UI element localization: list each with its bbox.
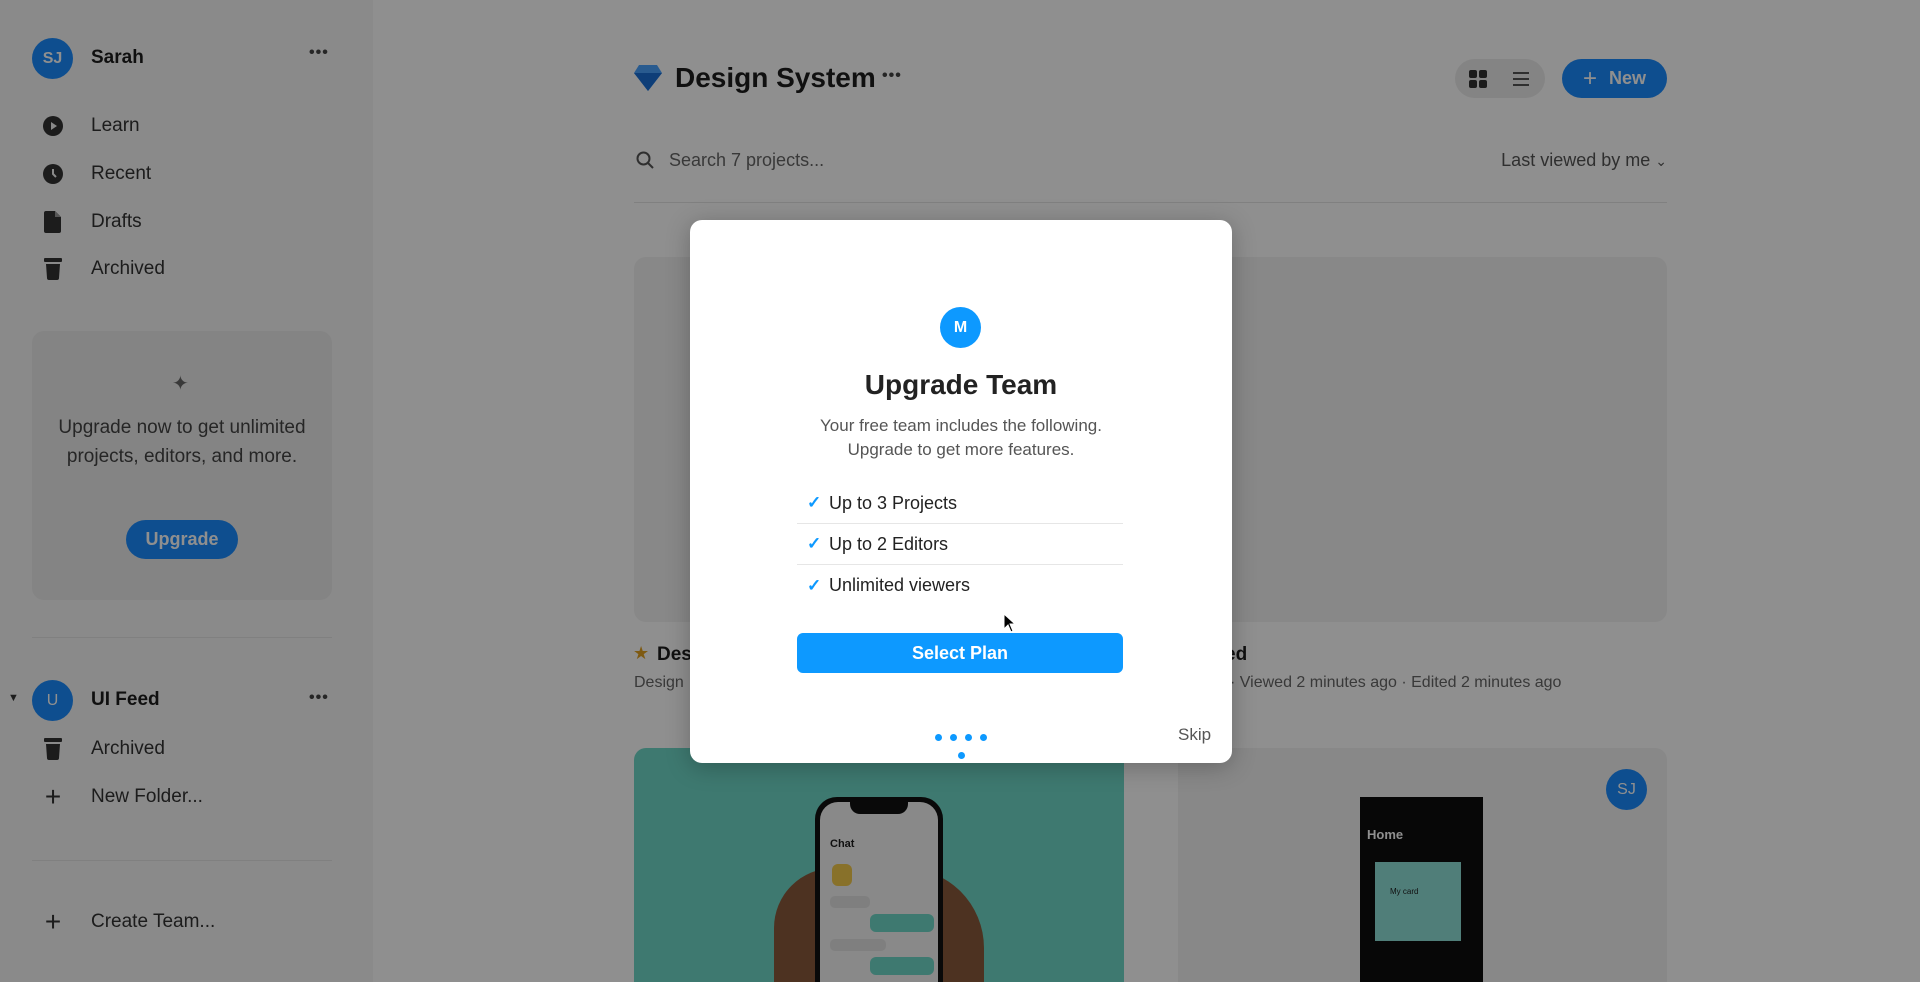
select-plan-button[interactable]: Select Plan xyxy=(797,633,1123,673)
check-icon: ✓ xyxy=(807,575,822,595)
check-icon: ✓ xyxy=(807,534,822,553)
upgrade-team-modal: M Upgrade Team Your free team includes t… xyxy=(690,220,1232,763)
step-dot[interactable] xyxy=(980,734,987,741)
step-dot[interactable] xyxy=(935,734,942,741)
feature-item: ✓ Up to 3 Projects xyxy=(797,483,1123,524)
step-dot[interactable] xyxy=(950,734,957,741)
modal-title: Upgrade Team xyxy=(864,369,1058,400)
step-dot[interactable] xyxy=(957,752,965,759)
feature-item: ✓ Unlimited viewers xyxy=(797,565,1123,606)
step-indicator[interactable] xyxy=(925,728,997,764)
check-icon: ✓ xyxy=(807,493,822,512)
step-dot[interactable] xyxy=(965,734,972,741)
mouse-cursor-icon xyxy=(1003,612,1017,638)
skip-button[interactable]: Skip xyxy=(1178,725,1211,745)
feature-item: ✓ Up to 2 Editors xyxy=(797,524,1123,565)
team-avatar: M xyxy=(940,307,981,348)
modal-subtitle: Your free team includes the following. Up… xyxy=(820,416,1102,459)
